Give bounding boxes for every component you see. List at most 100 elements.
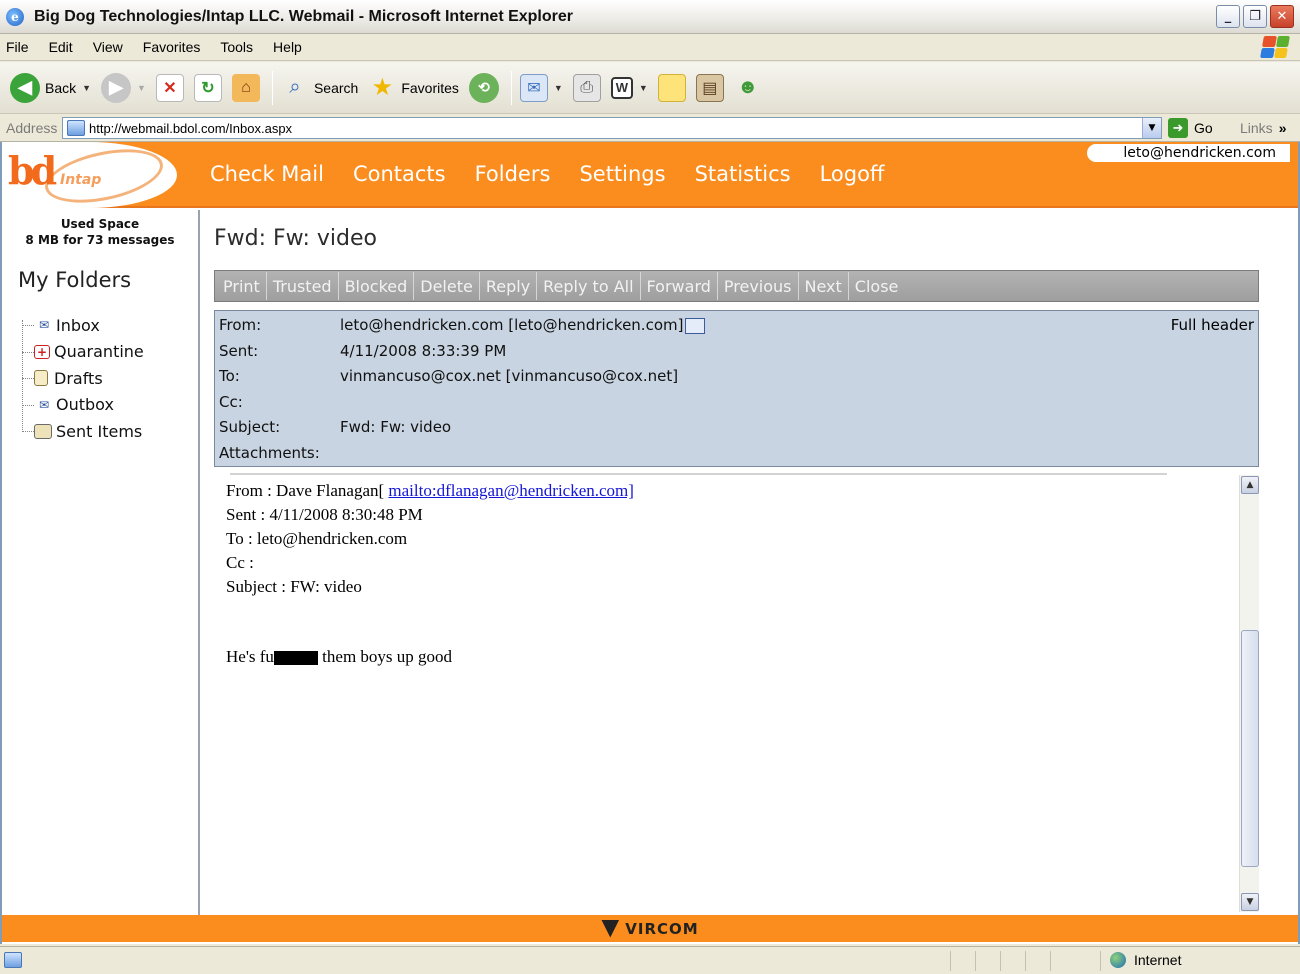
forward-action[interactable]: Forward	[641, 272, 718, 300]
sent-items-icon	[34, 423, 52, 439]
status-divider	[950, 951, 951, 971]
print-button[interactable]: ⎙	[572, 73, 601, 102]
back-dropdown-icon[interactable]: ▼	[82, 83, 91, 93]
folder-label: Sent Items	[56, 421, 143, 441]
menu-view[interactable]: View	[93, 39, 123, 55]
vircom-brand[interactable]: VIRCOM	[625, 920, 698, 938]
minimize-button[interactable]: _	[1216, 5, 1240, 28]
bd-logo-mark: bd	[8, 148, 57, 193]
folder-label: Outbox	[56, 395, 114, 415]
blocked-action[interactable]: Blocked	[339, 272, 415, 300]
from-address: leto@hendricken.com [leto@hendricken.com…	[340, 316, 684, 334]
next-action[interactable]: Next	[799, 272, 849, 300]
folder-quarantine[interactable]: + Quarantine	[18, 339, 198, 366]
tree-branch	[22, 431, 34, 432]
refresh-button[interactable]: ↻	[193, 73, 222, 102]
folder-label: Quarantine	[54, 342, 144, 362]
address-bar: Address http://webmail.bdol.com/Inbox.as…	[0, 115, 1300, 142]
scroll-down-icon[interactable]: ▼	[1241, 893, 1259, 911]
folder-inbox[interactable]: ✉ Inbox	[18, 312, 198, 339]
go-button[interactable]: ➜ Go	[1168, 118, 1213, 138]
edit-dropdown-icon[interactable]: ▼	[639, 83, 648, 93]
menu-file[interactable]: File	[6, 39, 29, 55]
forward-dropdown-icon[interactable]: ▼	[137, 83, 146, 93]
nav-logoff[interactable]: Logoff	[820, 162, 885, 186]
web-content: bd Intap Check Mail Contacts Folders Set…	[0, 142, 1300, 944]
used-space-detail: 8 MB for 73 messages	[25, 233, 175, 247]
folder-outbox[interactable]: ✉ Outbox	[18, 392, 198, 419]
restore-button[interactable]: ❐	[1243, 5, 1267, 28]
folder-drafts[interactable]: Drafts	[18, 365, 198, 392]
note-icon	[657, 73, 686, 102]
tree-branch	[22, 351, 34, 353]
previous-action[interactable]: Previous	[718, 272, 799, 300]
body-cc-line: Cc :	[226, 553, 254, 572]
user-email: leto@hendricken.com	[1087, 144, 1290, 162]
body-message-line: He's fu them boys up good	[226, 645, 634, 669]
menu-tools[interactable]: Tools	[220, 39, 253, 55]
sent-label: Sent:	[219, 342, 259, 360]
full-header-link[interactable]: Full header	[1171, 316, 1254, 334]
messenger-button[interactable]: ☻	[734, 74, 762, 102]
address-book-icon[interactable]	[685, 317, 706, 334]
delete-action[interactable]: Delete	[414, 272, 480, 300]
address-url[interactable]: http://webmail.bdol.com/Inbox.aspx	[89, 121, 292, 136]
message-view: Fwd: Fw: video Print Trusted Blocked Del…	[212, 210, 1262, 916]
print-action[interactable]: Print	[217, 272, 267, 300]
redaction-bar	[273, 651, 318, 666]
address-dropdown-icon[interactable]: ▼	[1142, 118, 1161, 138]
sent-value: 4/11/2008 8:33:39 PM	[340, 342, 507, 360]
links-button[interactable]: Links »	[1240, 120, 1286, 136]
mail-dropdown-icon[interactable]: ▼	[554, 83, 563, 93]
menu-help[interactable]: Help	[273, 39, 302, 55]
nav-folders[interactable]: Folders	[475, 162, 551, 186]
to-label: To:	[219, 367, 240, 385]
scroll-up-icon[interactable]: ▲	[1241, 476, 1259, 494]
mail-button[interactable]: ✉ ▼	[519, 73, 563, 102]
nav-contacts[interactable]: Contacts	[353, 162, 446, 186]
address-input[interactable]: http://webmail.bdol.com/Inbox.aspx ▼	[62, 117, 1162, 139]
reply-all-action[interactable]: Reply to All	[537, 272, 641, 300]
back-button[interactable]: ◀ Back ▼	[10, 72, 91, 103]
drafts-icon	[34, 370, 48, 387]
history-button[interactable]: ⟲	[468, 72, 499, 103]
favorites-button[interactable]: ★ Favorites	[368, 74, 459, 102]
my-folders-heading: My Folders	[18, 268, 132, 292]
close-window-button[interactable]: ✕	[1270, 5, 1294, 28]
reply-action[interactable]: Reply	[480, 272, 538, 300]
menu-edit[interactable]: Edit	[49, 39, 73, 55]
status-page-icon	[4, 952, 22, 968]
nav-settings[interactable]: Settings	[579, 162, 665, 186]
close-action[interactable]: Close	[849, 272, 905, 300]
stop-button[interactable]: ✕	[155, 73, 184, 102]
body-scrollbar[interactable]: ▲ ▼	[1239, 475, 1259, 912]
edit-word-button[interactable]: W ▼	[610, 76, 648, 99]
trusted-action[interactable]: Trusted	[267, 272, 339, 300]
logo[interactable]: bd Intap	[2, 142, 177, 212]
used-space: Used Space 8 MB for 73 messages	[2, 216, 198, 248]
scroll-thumb[interactable]	[1241, 630, 1259, 867]
links-label: Links	[1240, 120, 1273, 136]
used-space-title: Used Space	[60, 217, 140, 231]
mailto-link[interactable]: mailto:dflanagan@hendricken.com]	[388, 481, 634, 500]
search-button[interactable]: ⌕ Search	[281, 74, 358, 102]
body-text-start: He's fu	[226, 647, 274, 666]
nav-check-mail[interactable]: Check Mail	[210, 162, 324, 186]
body-to-line: To : leto@hendricken.com	[226, 529, 408, 548]
research-button[interactable]: ▤	[695, 73, 724, 102]
discuss-button[interactable]	[657, 73, 686, 102]
links-chevron-icon: »	[1278, 120, 1287, 136]
research-icon: ▤	[695, 73, 724, 102]
globe-icon	[1110, 952, 1126, 968]
forward-button[interactable]: ▶ ▼	[101, 72, 146, 103]
sidebar: Used Space 8 MB for 73 messages My Folde…	[2, 210, 200, 916]
body-from-text: From : Dave Flanagan[	[226, 481, 389, 500]
menu-bar: File Edit View Favorites Tools Help	[0, 34, 1300, 61]
outbox-icon: ✉	[38, 397, 50, 412]
nav-statistics[interactable]: Statistics	[695, 162, 791, 186]
home-button[interactable]: ⌂	[231, 73, 260, 102]
menu-favorites[interactable]: Favorites	[143, 39, 201, 55]
folder-sent-items[interactable]: Sent Items	[18, 418, 198, 445]
status-divider	[975, 951, 976, 971]
page-icon	[67, 120, 85, 136]
